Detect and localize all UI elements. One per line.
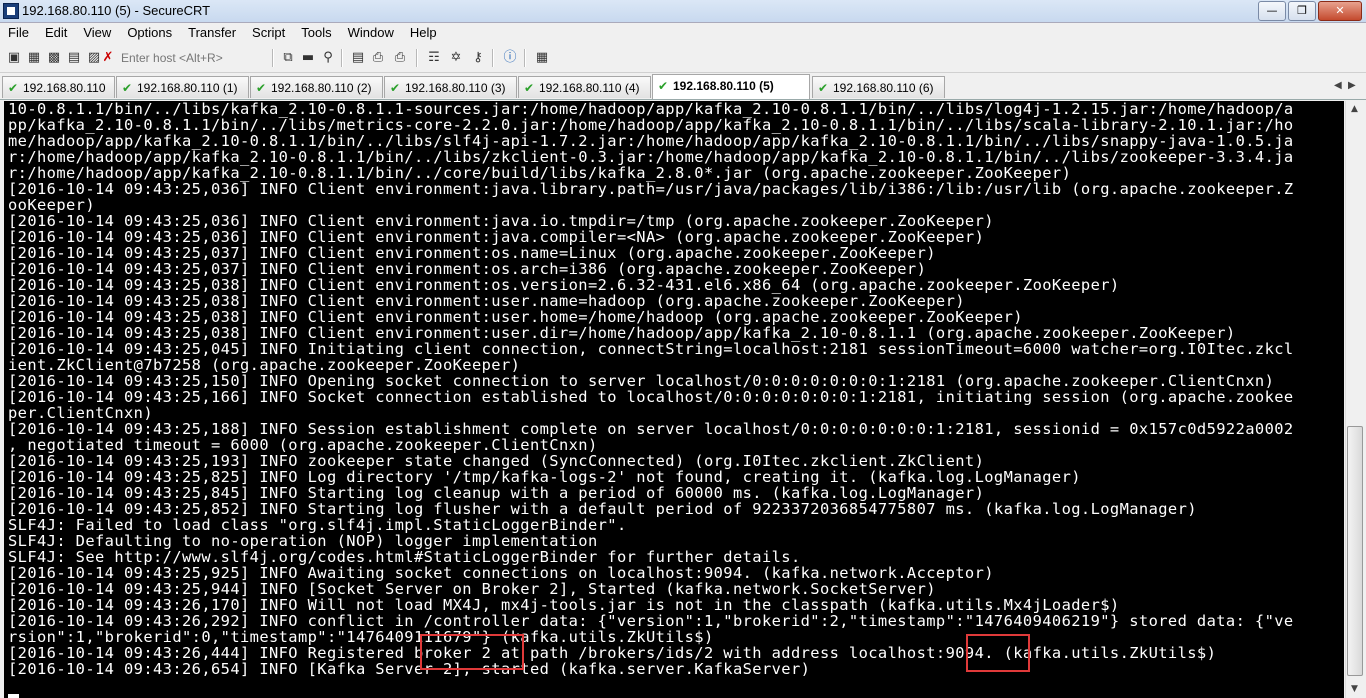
tab-scroll-right-icon[interactable]: ▶	[1348, 80, 1356, 91]
session-tab-bar: ✔ 192.168.80.110 ✔ 192.168.80.110 (1) ✔ …	[0, 74, 1366, 100]
global-options-icon[interactable]: ✡	[448, 50, 464, 66]
terminal-line: [2016-10-14 09:43:25,036] INFO Client en…	[8, 180, 1294, 198]
menu-file[interactable]: File	[0, 23, 37, 43]
close-button[interactable]: ✕	[1318, 1, 1362, 21]
menu-options[interactable]: Options	[119, 23, 180, 43]
session-options-icon[interactable]: ☶	[426, 50, 442, 66]
securecrt-app-icon	[3, 3, 19, 19]
terminal-text: 10-0.8.1.1/bin/../libs/kafka_2.10-0.8.1.…	[4, 101, 1344, 698]
terminal-line: [2016-10-14 09:43:25,166] INFO Socket co…	[8, 388, 1294, 406]
terminal-line: [2016-10-14 09:43:26,654] INFO [Kafka Se…	[8, 660, 811, 678]
disconnect-icon[interactable]: ✗	[100, 50, 116, 66]
restore-button[interactable]: ❐	[1288, 1, 1316, 21]
connected-check-icon: ✔	[390, 81, 401, 95]
toolbar-separator	[492, 49, 494, 67]
terminal-output[interactable]: 10-0.8.1.1/bin/../libs/kafka_2.10-0.8.1.…	[4, 101, 1344, 698]
menu-window[interactable]: Window	[340, 23, 402, 43]
tab-session-6[interactable]: ✔ 192.168.80.110 (6)	[812, 76, 945, 98]
tab-session-2[interactable]: ✔ 192.168.80.110 (2)	[250, 76, 383, 98]
enter-host-field[interactable]: Enter host <Alt+R>	[121, 49, 271, 67]
menu-edit[interactable]: Edit	[37, 23, 75, 43]
menu-script[interactable]: Script	[244, 23, 293, 43]
menu-tools[interactable]: Tools	[293, 23, 339, 43]
tab-session-0[interactable]: ✔ 192.168.80.110	[2, 76, 115, 98]
tab-label: 192.168.80.110 (5)	[673, 79, 774, 93]
toolbar: ▣ ▦ ▩ ▤ ▨ ✗ Enter host <Alt+R> ⧉ ▬ ⚲ ▤ ⎙…	[0, 44, 1366, 73]
window-title: 192.168.80.110 (5) - SecureCRT	[22, 3, 211, 18]
reconnect-icon[interactable]: ▩	[46, 50, 62, 66]
toolbar-separator	[524, 49, 526, 67]
highlight-box-broker	[420, 634, 524, 670]
print-screen-icon[interactable]: ⎙	[392, 50, 408, 66]
toolbar-separator	[416, 49, 418, 67]
menu-help[interactable]: Help	[402, 23, 445, 43]
tab-session-3[interactable]: ✔ 192.168.80.110 (3)	[384, 76, 517, 98]
toolbar-separator	[341, 49, 343, 67]
tab-label: 192.168.80.110 (3)	[405, 81, 506, 95]
find-icon[interactable]: ⚲	[320, 50, 336, 66]
print-setup-icon[interactable]: ▤	[350, 50, 366, 66]
menu-bar: File Edit View Options Transfer Script T…	[0, 23, 1366, 43]
tab-label: 192.168.80.110 (2)	[271, 81, 372, 95]
tab-session-5[interactable]: ✔ 192.168.80.110 (5)	[652, 74, 810, 99]
connected-check-icon: ✔	[818, 81, 829, 95]
tab-session-1[interactable]: ✔ 192.168.80.110 (1)	[116, 76, 249, 98]
tab-label: 192.168.80.110 (6)	[833, 81, 934, 95]
connected-check-icon: ✔	[256, 81, 267, 95]
tab-label: 192.168.80.110 (1)	[137, 81, 238, 95]
tab-scroll-left-icon[interactable]: ◀	[1334, 80, 1342, 91]
key-icon[interactable]: ⚷	[470, 50, 486, 66]
connect-tab-icon[interactable]: ▤	[66, 50, 82, 66]
connected-check-icon: ✔	[8, 81, 19, 95]
tab-label: 192.168.80.110 (4)	[539, 81, 640, 95]
scrollbar-thumb[interactable]	[1347, 426, 1363, 676]
tab-session-4[interactable]: ✔ 192.168.80.110 (4)	[518, 76, 651, 98]
connected-check-icon: ✔	[122, 81, 133, 95]
minimize-button[interactable]: —	[1258, 1, 1286, 21]
print-icon[interactable]: ⎙	[370, 50, 386, 66]
sftp-icon[interactable]: ▦	[534, 50, 550, 66]
copy-icon[interactable]: ⧉	[280, 50, 296, 66]
connect-icon[interactable]: ▣	[6, 50, 22, 66]
menu-transfer[interactable]: Transfer	[180, 23, 244, 43]
title-bar: 192.168.80.110 (5) - SecureCRT — ❐ ✕	[0, 0, 1366, 23]
scroll-up-icon[interactable]: ▲	[1346, 101, 1363, 118]
connected-check-icon: ✔	[658, 79, 669, 93]
terminal-cursor	[8, 694, 19, 698]
vertical-scrollbar[interactable]: ▲ ▼	[1345, 101, 1363, 698]
scroll-down-icon[interactable]: ▼	[1346, 681, 1363, 698]
toolbar-separator	[272, 49, 274, 67]
paste-icon[interactable]: ▬	[300, 50, 316, 66]
menu-view[interactable]: View	[75, 23, 119, 43]
highlight-box-port	[966, 634, 1030, 672]
window-controls: — ❐ ✕	[1258, 1, 1362, 21]
tab-label: 192.168.80.110	[23, 81, 106, 95]
help-icon[interactable]: ⓘ	[502, 50, 518, 66]
connected-check-icon: ✔	[524, 81, 535, 95]
quick-connect-icon[interactable]: ▦	[26, 50, 42, 66]
